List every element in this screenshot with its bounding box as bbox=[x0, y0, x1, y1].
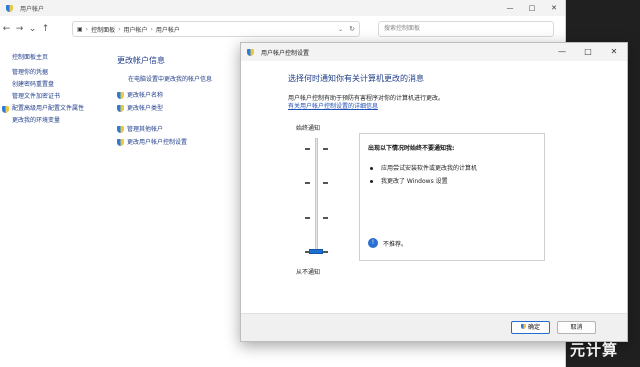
info-note: ! 不推荐。 bbox=[368, 238, 407, 248]
info-icon: ! bbox=[368, 238, 378, 248]
back-arrow-icon[interactable]: ← bbox=[0, 20, 13, 38]
sidebar-item-label: 配置高级用户配置文件属性 bbox=[12, 105, 85, 112]
dialog-minimize-button[interactable]: — bbox=[549, 43, 575, 61]
breadcrumb-user-accounts[interactable]: 用户帐户 bbox=[124, 25, 148, 34]
bullet-text: 应用尝试安装软件或更改我的计算机 bbox=[381, 165, 478, 172]
slider-bottom-label: 从不通知 bbox=[296, 269, 321, 276]
pc-settings-link[interactable]: 在电脑设置中更改我的帐户信息 bbox=[128, 73, 237, 86]
uac-details-link[interactable]: 有关用户帐户控制设置的详细信息 bbox=[288, 101, 378, 110]
link-label: 更改用户帐户控制设置 bbox=[127, 139, 188, 146]
watermark-logo: 元计算 bbox=[570, 339, 636, 359]
page-title: 更改帐户信息 bbox=[117, 56, 165, 65]
slider-track[interactable] bbox=[315, 138, 318, 254]
watermark-text: 元计算 bbox=[570, 341, 619, 359]
change-account-type-link[interactable]: 更改帐户类型 bbox=[117, 102, 237, 115]
link-label: 更改帐户类型 bbox=[127, 105, 164, 112]
search-input[interactable]: 搜索控制面板 bbox=[378, 21, 554, 37]
slider-tick bbox=[305, 217, 310, 219]
slider-tick bbox=[305, 148, 310, 150]
level-description-box: 出现以下情况时始终不要通知我: 应用尝试安装软件或更改我的计算机 我更改了 Wi… bbox=[359, 133, 545, 261]
cancel-button[interactable]: 取消 bbox=[557, 321, 596, 334]
sidebar-item-certificates[interactable]: 管理文件加密证书 bbox=[12, 91, 112, 103]
window-title: 用户帐户 bbox=[20, 5, 45, 13]
dialog-maximize-button[interactable]: □ bbox=[575, 43, 601, 61]
manage-other-accounts-link[interactable]: 管理其他帐户 bbox=[117, 123, 237, 136]
uac-settings-dialog: 用户帐户控制设置 — □ ✕ 选择何时通知你有关计算机更改的消息 用户帐户控制有… bbox=[240, 42, 628, 342]
sidebar-item-credentials[interactable]: 管理你的凭据 bbox=[12, 67, 112, 79]
slider-tick bbox=[323, 148, 328, 150]
address-bar-row: ← → ⌄ ↑ ▣ › 控制面板 › 用户帐户 › 用户帐户 ⌄ ↻ 搜索控制面… bbox=[0, 20, 566, 38]
change-uac-settings-link[interactable]: 更改用户帐户控制设置 bbox=[117, 136, 237, 149]
link-label: 管理其他帐户 bbox=[127, 126, 164, 133]
close-button[interactable]: ✕ bbox=[543, 0, 565, 16]
bullet-icon bbox=[370, 179, 373, 183]
sidebar-item-profile-properties[interactable]: 配置高级用户配置文件属性 bbox=[2, 103, 112, 115]
dialog-title: 用户帐户控制设置 bbox=[261, 49, 310, 57]
forward-arrow-icon[interactable]: → bbox=[13, 20, 26, 38]
sidebar-item-reset-disk[interactable]: 创建密码重置盘 bbox=[12, 79, 112, 91]
slider-tick bbox=[323, 251, 328, 253]
address-field[interactable]: ▣ › 控制面板 › 用户帐户 › 用户帐户 ⌄ ↻ bbox=[72, 21, 360, 37]
breadcrumb-separator-icon[interactable]: › bbox=[151, 26, 153, 33]
shield-icon bbox=[117, 139, 124, 146]
user-accounts-app-icon bbox=[6, 4, 13, 12]
info-bullet: 应用尝试安装软件或更改我的计算机 bbox=[368, 162, 536, 175]
recent-locations-chevron-icon[interactable]: ⌄ bbox=[26, 20, 39, 38]
control-panel-icon: ▣ bbox=[77, 25, 83, 33]
shield-icon bbox=[117, 105, 124, 112]
info-title: 出现以下情况时始终不要通知我: bbox=[368, 145, 455, 152]
bullet-text: 我更改了 Windows 设置 bbox=[381, 178, 448, 185]
window-titlebar: 用户帐户 — □ ✕ bbox=[0, 0, 565, 16]
shield-icon bbox=[247, 48, 254, 56]
shield-icon bbox=[520, 324, 526, 329]
refresh-icon[interactable]: ↻ bbox=[349, 25, 355, 33]
ok-button[interactable]: 确定 bbox=[511, 321, 550, 334]
breadcrumb-separator-icon[interactable]: › bbox=[86, 26, 88, 33]
shield-icon bbox=[117, 92, 124, 99]
breadcrumb-separator-icon[interactable]: › bbox=[118, 26, 120, 33]
slider-tick bbox=[323, 217, 328, 219]
slider-thumb[interactable] bbox=[309, 249, 323, 254]
info-bullet: 我更改了 Windows 设置 bbox=[368, 175, 536, 188]
link-label: 更改帐户名称 bbox=[127, 92, 164, 99]
shield-icon bbox=[2, 105, 9, 113]
sidebar-item-env-variables[interactable]: 更改我的环境变量 bbox=[12, 115, 112, 127]
sidebar-item-home[interactable]: 控制面板主页 bbox=[12, 52, 112, 64]
sidebar: 控制面板主页 管理你的凭据 创建密码重置盘 管理文件加密证书 配置高级用户配置文… bbox=[2, 52, 112, 127]
dialog-heading: 选择何时通知你有关计算机更改的消息 bbox=[288, 74, 424, 83]
dialog-titlebar: 用户帐户控制设置 — □ ✕ bbox=[241, 43, 627, 61]
slider-tick bbox=[323, 182, 328, 184]
chevron-down-icon[interactable]: ⌄ bbox=[338, 26, 343, 33]
breadcrumb-control-panel[interactable]: 控制面板 bbox=[91, 25, 115, 34]
notification-level-slider[interactable] bbox=[301, 138, 331, 258]
up-arrow-icon[interactable]: ↑ bbox=[39, 20, 52, 38]
slider-top-label: 始终通知 bbox=[296, 125, 321, 132]
main-panel: 更改帐户信息 在电脑设置中更改我的帐户信息 更改帐户名称 更改帐户类型 管理其他… bbox=[117, 55, 237, 149]
maximize-button[interactable]: □ bbox=[521, 0, 543, 16]
breadcrumb-user-accounts-current[interactable]: 用户帐户 bbox=[156, 25, 180, 34]
shield-icon bbox=[117, 126, 124, 133]
change-account-name-link[interactable]: 更改帐户名称 bbox=[117, 89, 237, 102]
bullet-icon bbox=[370, 166, 373, 170]
dialog-close-button[interactable]: ✕ bbox=[601, 43, 627, 61]
minimize-button[interactable]: — bbox=[499, 0, 521, 16]
ok-label: 确定 bbox=[527, 324, 540, 331]
dialog-footer: 确定 取消 bbox=[241, 313, 627, 341]
slider-tick bbox=[305, 182, 310, 184]
note-text: 不推荐。 bbox=[383, 240, 408, 248]
